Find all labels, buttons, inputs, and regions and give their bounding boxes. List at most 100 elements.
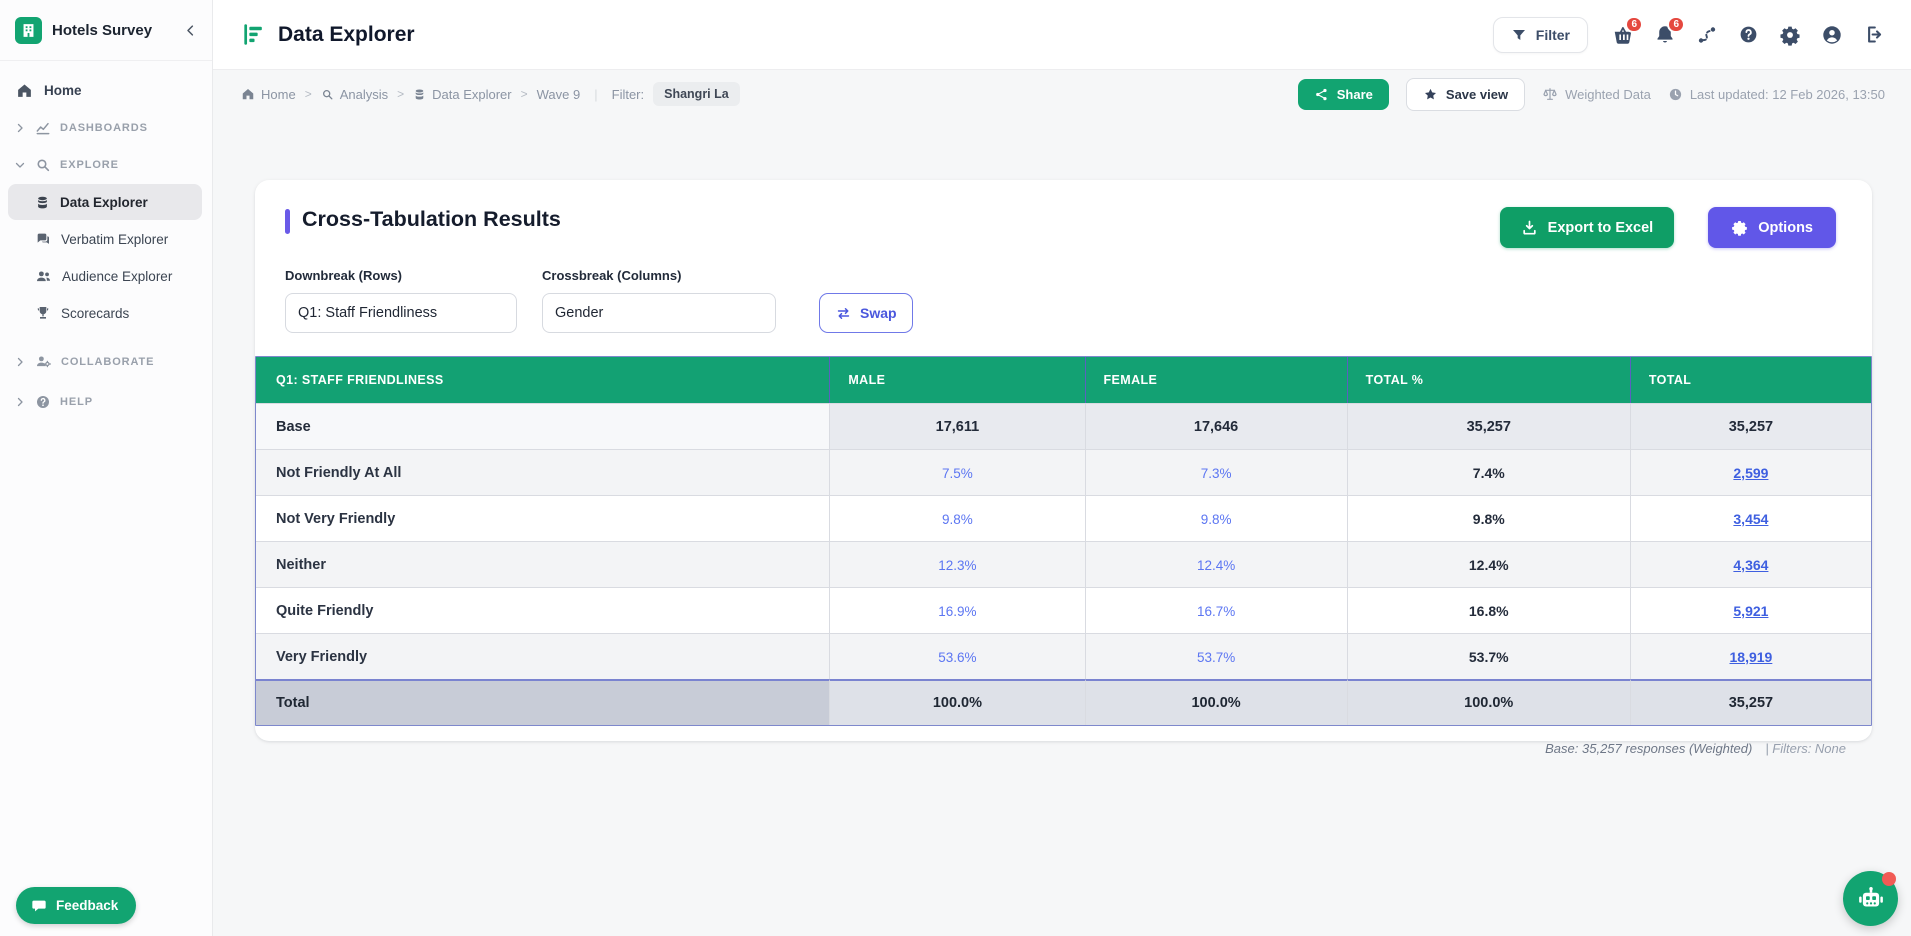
row-label: Not Friendly At All [256,449,829,495]
breadcrumb-label: Analysis [340,87,388,102]
trophy-icon [35,305,51,321]
chatbot-button[interactable] [1843,871,1898,926]
cross-tabulation-card: Cross-Tabulation Results Export to Excel… [255,180,1872,741]
export-label: Export to Excel [1548,220,1654,236]
share-button[interactable]: Share [1298,79,1389,110]
crossbreak-input[interactable] [542,293,776,333]
swap-button[interactable]: Swap [819,293,913,333]
filters-summary: | Filters: None [1765,741,1846,756]
filter-button[interactable]: Filter [1493,17,1588,53]
table-header-row: Q1: STAFF FRIENDLINESS MALE FEMALE TOTAL… [256,357,1871,403]
cell-male: 53.6% [829,633,1084,679]
breadcrumb-actions: Share Save view Weighted Data Last updat… [1298,78,1885,111]
percentage-link[interactable]: 7.3% [1201,466,1232,481]
percentage-link[interactable]: 16.7% [1197,604,1235,619]
cell-total-pct: 100.0% [1347,679,1630,725]
filter-prefix-label: Filter: [612,87,645,102]
cell-total-pct: 35,257 [1347,403,1630,449]
help-button[interactable] [1738,24,1759,45]
breadcrumb-label: Data Explorer [432,87,511,102]
cell-female: 16.7% [1085,587,1347,633]
sidebar-collapse-button[interactable] [183,23,198,38]
export-to-excel-button[interactable]: Export to Excel [1500,207,1675,248]
percentage-link[interactable]: 9.8% [1201,512,1232,527]
options-button[interactable]: Options [1708,207,1836,248]
sidebar-section-explore[interactable]: EXPLORE [0,146,212,183]
chevron-right-icon [14,396,26,408]
cell-total: 18,919 [1630,633,1871,679]
cell-female: 7.3% [1085,449,1347,495]
robot-icon [1856,884,1886,914]
breadcrumb-analysis[interactable]: Analysis [321,87,388,102]
breadcrumb-separator: > [521,87,528,101]
breadcrumb-wave[interactable]: Wave 9 [537,87,581,102]
sidebar-item-data-explorer[interactable]: Data Explorer [8,184,202,220]
collaborate-icon [35,353,52,370]
total-count-link[interactable]: 5,921 [1733,603,1768,619]
sidebar-section-dashboards[interactable]: DASHBOARDS [0,109,212,146]
percentage-link[interactable]: 7.5% [942,466,973,481]
percentage-link[interactable]: 53.6% [938,650,976,665]
weighted-label: Weighted Data [1565,87,1651,102]
sidebar-item-label: Data Explorer [60,195,148,210]
weighted-data-indicator: Weighted Data [1542,86,1651,102]
total-count-link[interactable]: 4,364 [1733,557,1768,573]
crossbreak-label: Crossbreak (Columns) [542,268,776,283]
downbreak-label: Downbreak (Rows) [285,268,517,283]
row-label: Total [256,679,829,725]
percentage-link[interactable]: 9.8% [942,512,973,527]
column-header-male: MALE [829,357,1084,403]
sidebar-item-audience-explorer[interactable]: Audience Explorer [8,258,202,294]
cell-male: 17,611 [829,403,1084,449]
percentage-link[interactable]: 12.3% [938,558,976,573]
table-body: Base17,61117,64635,25735,257Not Friendly… [256,403,1871,725]
home-icon [16,82,33,99]
chevron-right-icon [14,122,26,134]
section-label: COLLABORATE [61,356,154,368]
sidebar-section-collaborate[interactable]: COLLABORATE [0,343,212,380]
settings-button[interactable] [1779,24,1801,46]
question-icon [1738,24,1759,45]
total-count-link[interactable]: 3,454 [1733,511,1768,527]
downbreak-input[interactable] [285,293,517,333]
sidebar-section-help[interactable]: HELP [0,383,212,420]
title-accent-bar [285,209,290,234]
swap-label: Swap [860,305,897,321]
crossbreak-field: Crossbreak (Columns) [517,248,776,333]
database-icon [35,195,50,210]
save-view-button[interactable]: Save view [1406,78,1525,111]
percentage-link[interactable]: 12.4% [1197,558,1235,573]
cell-male: 9.8% [829,495,1084,541]
percentage-link[interactable]: 16.9% [938,604,976,619]
total-count-link[interactable]: 18,919 [1730,649,1773,665]
sidebar-nav: Home DASHBOARDS EXPLORE Data Explorer Ve… [0,61,212,420]
logout-button[interactable] [1863,24,1884,45]
sidebar-item-home[interactable]: Home [0,71,212,109]
share-label: Share [1337,87,1373,102]
breadcrumb-home[interactable]: Home [241,87,296,102]
sidebar-item-scorecards[interactable]: Scorecards [8,295,202,331]
percentage-link[interactable]: 53.7% [1197,650,1235,665]
account-button[interactable] [1821,24,1843,46]
card-header: Cross-Tabulation Results Export to Excel… [255,180,1872,248]
total-count-link[interactable]: 2,599 [1733,465,1768,481]
feedback-button[interactable]: Feedback [16,887,136,924]
basket-button[interactable]: 6 [1612,24,1634,46]
cell-total-pct: 53.7% [1347,633,1630,679]
dashboards-icon [35,120,51,136]
last-updated: Last updated: 12 Feb 2026, 13:50 [1668,87,1885,102]
cell-total-pct: 12.4% [1347,541,1630,587]
journey-button[interactable] [1696,24,1718,46]
section-label: HELP [60,396,93,408]
sidebar-item-verbatim-explorer[interactable]: Verbatim Explorer [8,221,202,257]
feedback-label: Feedback [56,898,118,913]
table-row: Base17,61117,64635,25735,257 [256,403,1871,449]
breadcrumb-data-explorer[interactable]: Data Explorer [413,87,511,102]
header-actions: Filter 6 6 [1493,17,1884,53]
notifications-button[interactable]: 6 [1654,24,1676,46]
table-row: Quite Friendly16.9%16.7%16.8%5,921 [256,587,1871,633]
breadcrumb-separator: > [305,87,312,101]
cell-total: 3,454 [1630,495,1871,541]
table-row: Very Friendly53.6%53.7%53.7%18,919 [256,633,1871,679]
filter-chip[interactable]: Shangri La [653,82,740,106]
